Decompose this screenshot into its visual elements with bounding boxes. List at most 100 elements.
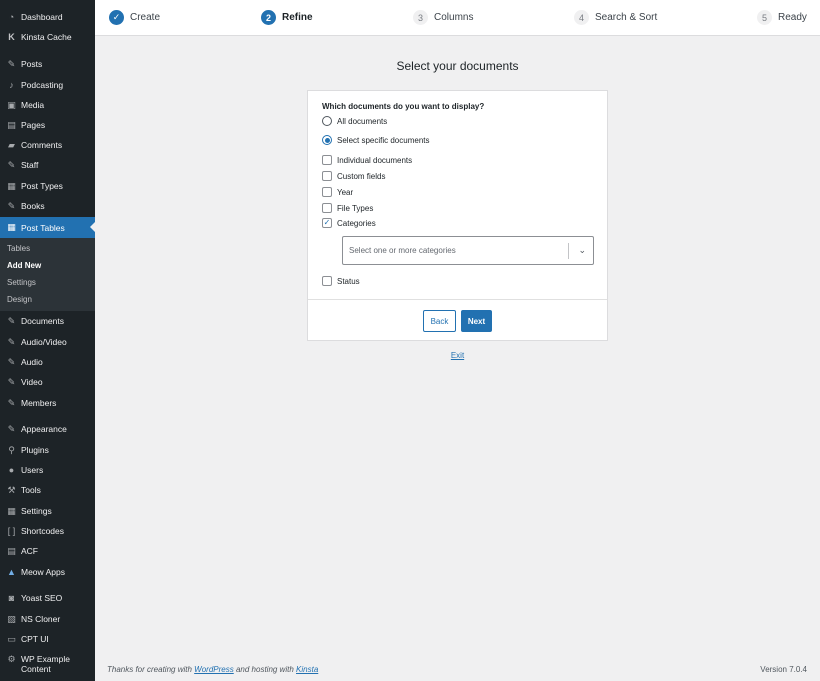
menu-dashboard[interactable]: ◔ Dashboard bbox=[0, 7, 95, 27]
menu-meow-apps[interactable]: ▲ Meow Apps bbox=[0, 562, 95, 582]
wrench-icon: ⚒ bbox=[7, 484, 16, 495]
option-label: Custom fields bbox=[337, 171, 386, 181]
checkbox-year[interactable]: Year bbox=[322, 187, 353, 197]
footer-middle: and hosting with bbox=[235, 665, 294, 674]
footer-prefix: Thanks for creating with bbox=[107, 665, 192, 674]
menu-label: Kinsta Cache bbox=[21, 32, 72, 42]
checkbox[interactable] bbox=[322, 276, 332, 286]
microphone-icon: ♪ bbox=[9, 79, 14, 90]
checkbox-categories[interactable]: ✓ Categories bbox=[322, 218, 376, 228]
menu-books[interactable]: ✎ Books bbox=[0, 196, 95, 216]
menu-audio-video[interactable]: ✎ Audio/Video bbox=[0, 332, 95, 352]
menu-label: Comments bbox=[21, 140, 63, 150]
radio-button[interactable] bbox=[322, 116, 332, 126]
brackets-icon: [ ] bbox=[7, 525, 16, 536]
meow-icon: ▲ bbox=[7, 566, 16, 577]
page-title: Select your documents bbox=[396, 59, 519, 73]
categories-select[interactable]: Select one or more categories ⌄ bbox=[342, 236, 594, 265]
menu-wp-example-content[interactable]: ⚙ WP Example Content bbox=[0, 652, 95, 678]
step-create[interactable]: ✓ Create bbox=[109, 10, 160, 25]
users-icon: ● bbox=[8, 464, 15, 475]
step-refine[interactable]: 2 Refine bbox=[261, 10, 313, 25]
checkbox[interactable] bbox=[322, 171, 332, 181]
menu-label: Appearance bbox=[21, 424, 67, 434]
step-ready[interactable]: 5 Ready bbox=[757, 10, 807, 25]
menu-acf[interactable]: ▤ ACF bbox=[0, 541, 95, 561]
menu-tools[interactable]: ⚒ Tools bbox=[0, 480, 95, 500]
settings-icon: ▦ bbox=[7, 505, 16, 516]
checkbox[interactable] bbox=[322, 203, 332, 213]
menu-ns-cloner[interactable]: ▧ NS Cloner bbox=[0, 609, 95, 629]
checkbox-individual-documents[interactable]: Individual documents bbox=[322, 155, 412, 165]
menu-label: Staff bbox=[21, 160, 39, 170]
step-label: Search & Sort bbox=[595, 12, 658, 23]
submenu-add-new[interactable]: Add New bbox=[7, 261, 41, 270]
wordpress-link[interactable]: WordPress bbox=[194, 665, 234, 674]
option-label: Select specific documents bbox=[337, 135, 430, 145]
chevron-down-icon[interactable]: ⌄ bbox=[578, 246, 586, 255]
pin-icon: ✎ bbox=[7, 159, 16, 170]
menu-settings[interactable]: ▦ Settings bbox=[0, 501, 95, 521]
card-divider bbox=[308, 299, 607, 300]
exit-link[interactable]: Exit bbox=[445, 351, 470, 360]
menu-audio[interactable]: ✎ Audio bbox=[0, 352, 95, 372]
menu-posts[interactable]: ✎ Posts bbox=[0, 54, 95, 74]
menu-media[interactable]: ▣ Media bbox=[0, 95, 95, 115]
menu-appearance[interactable]: ✎ Appearance bbox=[0, 419, 95, 439]
radio-button-selected[interactable] bbox=[322, 135, 332, 145]
dashboard-icon: ◔ bbox=[8, 11, 15, 22]
menu-plugins[interactable]: ⚲ Plugins bbox=[0, 440, 95, 460]
menu-label: Media bbox=[21, 100, 45, 110]
menu-post-types[interactable]: ▦ Post Types bbox=[0, 176, 95, 196]
back-button[interactable]: Back bbox=[423, 310, 456, 332]
step-label: Ready bbox=[778, 12, 807, 23]
step-columns[interactable]: 3 Columns bbox=[413, 10, 473, 25]
menu-kinsta-cache[interactable]: K Kinsta Cache bbox=[0, 27, 95, 47]
menu-label: Podcasting bbox=[21, 80, 64, 90]
gear-icon: ⚙ bbox=[7, 654, 16, 664]
menu-comments[interactable]: ▰ Comments bbox=[0, 135, 95, 155]
checkbox-checked[interactable]: ✓ bbox=[322, 218, 332, 228]
menu-video[interactable]: ✎ Video bbox=[0, 372, 95, 392]
checkbox-status[interactable]: Status bbox=[322, 276, 360, 286]
menu-label: Post Tables bbox=[21, 222, 65, 233]
menu-label: Shortcodes bbox=[21, 526, 64, 536]
footer-credit: Thanks for creating with WordPress and h… bbox=[107, 665, 318, 674]
menu-post-tables[interactable]: ▦ Post Tables bbox=[0, 217, 95, 238]
menu-label: Dashboard bbox=[21, 12, 63, 22]
radio-all-documents[interactable]: All documents bbox=[322, 116, 387, 126]
menu-podcasting[interactable]: ♪ Podcasting bbox=[0, 75, 95, 95]
acf-icon: ▤ bbox=[7, 545, 16, 556]
option-label: File Types bbox=[337, 203, 374, 213]
menu-shortcodes[interactable]: [ ] Shortcodes bbox=[0, 521, 95, 541]
check-icon: ✓ bbox=[109, 10, 124, 25]
pin-icon: ✎ bbox=[7, 315, 16, 326]
menu-pages[interactable]: ▤ Pages bbox=[0, 115, 95, 135]
submenu-settings[interactable]: Settings bbox=[7, 278, 36, 287]
step-label: Columns bbox=[434, 12, 474, 23]
menu-label: Settings bbox=[21, 506, 52, 516]
next-button[interactable]: Next bbox=[461, 310, 492, 332]
menu-yoast-seo[interactable]: ◙ Yoast SEO bbox=[0, 588, 95, 608]
menu-label: ACF bbox=[21, 546, 38, 556]
menu-label: NS Cloner bbox=[21, 614, 61, 624]
submenu-design[interactable]: Design bbox=[7, 295, 32, 304]
menu-documents[interactable]: ✎ Documents bbox=[0, 311, 95, 331]
option-label: Categories bbox=[337, 218, 376, 228]
checkbox-custom-fields[interactable]: Custom fields bbox=[322, 171, 385, 181]
submenu-tables[interactable]: Tables bbox=[7, 244, 30, 253]
radio-select-specific[interactable]: Select specific documents bbox=[322, 135, 430, 145]
admin-sidebar: ◔ Dashboard K Kinsta Cache ✎ Posts ♪ Podcast… bbox=[0, 0, 95, 681]
checkbox[interactable] bbox=[322, 155, 332, 165]
menu-label: Books bbox=[21, 201, 45, 211]
checkbox-file-types[interactable]: File Types bbox=[322, 203, 373, 213]
kinsta-link[interactable]: Kinsta bbox=[296, 665, 318, 674]
step-label: Refine bbox=[282, 12, 313, 23]
menu-staff[interactable]: ✎ Staff bbox=[0, 155, 95, 175]
menu-cpt-ui[interactable]: ▭ CPT UI bbox=[0, 629, 95, 649]
menu-members[interactable]: ✎ Members bbox=[0, 393, 95, 413]
menu-users[interactable]: ● Users bbox=[0, 460, 95, 480]
menu-label: Video bbox=[21, 377, 43, 387]
step-search-sort[interactable]: 4 Search & Sort bbox=[574, 10, 657, 25]
checkbox[interactable] bbox=[322, 187, 332, 197]
